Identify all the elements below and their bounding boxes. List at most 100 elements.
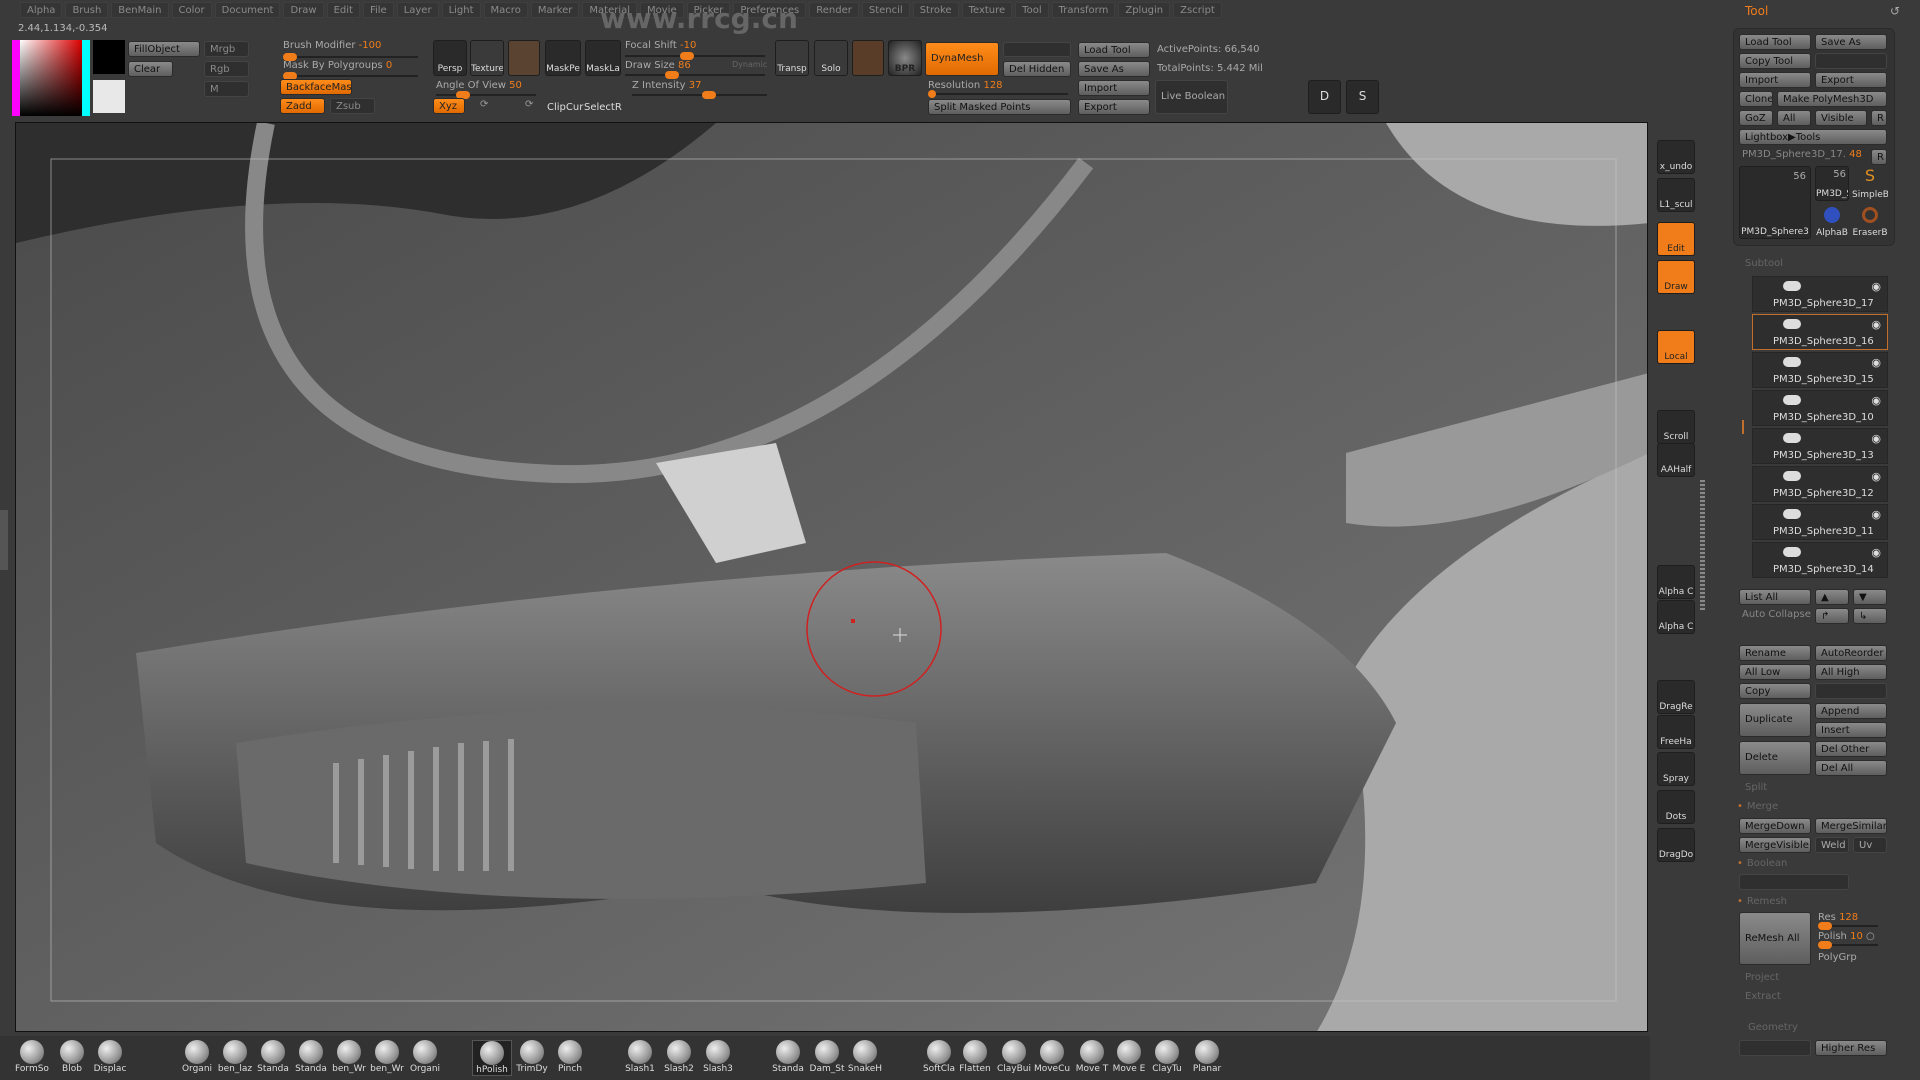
subtool-section-header[interactable]: Subtool [1745, 258, 1783, 269]
goz-visible-button[interactable]: Visible [1815, 110, 1867, 126]
eye-icon[interactable]: ◉ [1871, 432, 1881, 445]
fill-object-button[interactable]: FillObject [128, 41, 200, 57]
remesh-res-slider[interactable] [1818, 922, 1878, 930]
solo-button[interactable]: Solo [814, 40, 848, 76]
brush-pinch[interactable]: Pinch [550, 1040, 590, 1074]
brush-displac[interactable]: Displac [90, 1040, 130, 1074]
menu-document[interactable]: Document [214, 2, 281, 18]
texture-button[interactable]: Texture [470, 40, 504, 76]
brush-move-e[interactable]: Move E [1109, 1040, 1149, 1074]
shelf-alpha-c-button[interactable]: Alpha C [1657, 565, 1695, 599]
brush-ben-wr[interactable]: ben_Wr [367, 1040, 407, 1074]
menu-light[interactable]: Light [441, 2, 481, 18]
shelf-scroll-button[interactable]: Scroll [1657, 410, 1695, 444]
rotate-z-icon[interactable]: ⟳ [525, 99, 533, 110]
tool-thumb-main[interactable]: 56 PM3D_Sphere3 [1739, 166, 1811, 239]
eye-icon[interactable]: ◉ [1871, 318, 1881, 331]
menu-draw[interactable]: Draw [283, 2, 324, 18]
arrow-down-right-button[interactable]: ↳ [1853, 608, 1887, 624]
shelf-alpha-c-button[interactable]: Alpha C [1657, 600, 1695, 634]
clear-button[interactable]: Clear [128, 61, 173, 77]
copy-button[interactable]: Copy [1739, 683, 1811, 699]
brush-movecu[interactable]: MoveCu [1032, 1040, 1072, 1074]
higher-res-button[interactable]: Higher Res [1815, 1040, 1887, 1056]
all-low-button[interactable]: All Low [1739, 664, 1811, 680]
merge-down-button[interactable]: MergeDown [1739, 818, 1811, 834]
selectr-button[interactable]: SelectR [584, 102, 622, 113]
tool-import-button[interactable]: Import [1739, 72, 1811, 88]
zsub-button[interactable]: Zsub [330, 98, 375, 114]
zadd-button[interactable]: Zadd [280, 98, 325, 114]
brush-blob[interactable]: Blob [52, 1040, 92, 1074]
eye-icon[interactable]: ◉ [1871, 508, 1881, 521]
load-tool-button[interactable]: Load Tool [1078, 42, 1150, 58]
menu-marker[interactable]: Marker [530, 2, 580, 18]
left-tray-toggle[interactable] [0, 510, 8, 570]
polygrp-toggle[interactable]: PolyGrp [1818, 952, 1857, 963]
subtool-item[interactable]: ◉ PM3D_Sphere3D_17 [1752, 276, 1888, 312]
resolution-slider[interactable] [928, 90, 1068, 98]
insert-button[interactable]: Insert [1815, 722, 1887, 738]
menu-layer[interactable]: Layer [396, 2, 439, 18]
menu-transform[interactable]: Transform [1051, 2, 1116, 18]
lightbox-tools-button[interactable]: Lightbox▶Tools [1739, 129, 1887, 145]
bpr-button[interactable]: BPR [888, 40, 922, 76]
brush-icon[interactable] [508, 40, 540, 76]
shelf-dragre-button[interactable]: DragRe [1657, 680, 1695, 714]
mask-by-polygroups-slider[interactable] [283, 72, 418, 80]
shelf-dots-button[interactable]: Dots [1657, 790, 1695, 824]
brush-slash3[interactable]: Slash3 [698, 1040, 738, 1074]
delete-button[interactable]: Delete [1739, 741, 1811, 775]
angle-of-view-slider[interactable] [436, 91, 536, 99]
main-color-swatch[interactable] [93, 40, 125, 74]
clipcur-button[interactable]: ClipCur [547, 102, 583, 113]
draw-size-slider[interactable] [625, 71, 765, 79]
brush-slash2[interactable]: Slash2 [659, 1040, 699, 1074]
menu-alpha[interactable]: Alpha [20, 2, 63, 18]
subtool-toggle[interactable] [1783, 547, 1801, 557]
brush-slash1[interactable]: Slash1 [620, 1040, 660, 1074]
subtool-item[interactable]: ◉ PM3D_Sphere3D_12 [1752, 466, 1888, 502]
remesh-polish-slider[interactable] [1818, 941, 1878, 949]
import-button[interactable]: Import [1078, 80, 1150, 96]
menu-zscript[interactable]: Zscript [1173, 2, 1222, 18]
tool-load-tool-button[interactable]: Load Tool [1739, 34, 1811, 50]
merge-section[interactable]: Merge [1737, 801, 1778, 812]
shelf-draw-button[interactable]: Draw [1657, 260, 1695, 294]
brush-move-t[interactable]: Move T [1072, 1040, 1112, 1074]
brush-organi[interactable]: Organi [405, 1040, 445, 1074]
menu-texture[interactable]: Texture [961, 2, 1013, 18]
brush-formso[interactable]: FormSo [12, 1040, 52, 1074]
eye-icon[interactable]: ◉ [1871, 280, 1881, 293]
del-other-button[interactable]: Del Other [1815, 741, 1887, 757]
project-section[interactable]: Project [1745, 972, 1779, 983]
live-boolean-button[interactable]: Live Boolean [1155, 80, 1228, 114]
brush-organi[interactable]: Organi [177, 1040, 217, 1074]
brush-trimdy[interactable]: TrimDy [512, 1040, 552, 1074]
list-all-button[interactable]: List All [1739, 589, 1811, 605]
merge-visible-button[interactable]: MergeVisible [1739, 837, 1811, 853]
goz-all-button[interactable]: All [1777, 110, 1811, 126]
shelf-spray-button[interactable]: Spray [1657, 752, 1695, 786]
menu-brush[interactable]: Brush [65, 2, 109, 18]
shelf-l1_scul-button[interactable]: L1_scul [1657, 178, 1695, 212]
rgb-button[interactable]: Rgb [204, 61, 249, 77]
subtool-toggle[interactable] [1783, 395, 1801, 405]
menu-edit[interactable]: Edit [326, 2, 360, 18]
save-as-button[interactable]: Save As [1078, 61, 1150, 77]
dynamic-toggle[interactable]: Dynamic [732, 60, 767, 69]
brush-modifier-slider[interactable] [283, 53, 418, 61]
mask-pe-button[interactable]: MaskPe [545, 40, 581, 76]
merge-similar-button[interactable]: MergeSimilar [1815, 818, 1887, 834]
brush-softcla[interactable]: SoftCla [919, 1040, 959, 1074]
all-high-button[interactable]: All High [1815, 664, 1887, 680]
eye-icon[interactable]: ◉ [1871, 470, 1881, 483]
brush-ben-wr[interactable]: ben_Wr [329, 1040, 369, 1074]
menu-color[interactable]: Color [171, 2, 212, 18]
make-polymesh3d-button[interactable]: Make PolyMesh3D [1777, 91, 1887, 107]
subtool-item[interactable]: ◉ PM3D_Sphere3D_13 [1752, 428, 1888, 464]
brush-standa[interactable]: Standa [291, 1040, 331, 1074]
copy-tool-button[interactable]: Copy Tool [1739, 53, 1811, 69]
remesh-section[interactable]: Remesh [1737, 896, 1787, 907]
goz-r-button[interactable]: R [1871, 110, 1887, 126]
